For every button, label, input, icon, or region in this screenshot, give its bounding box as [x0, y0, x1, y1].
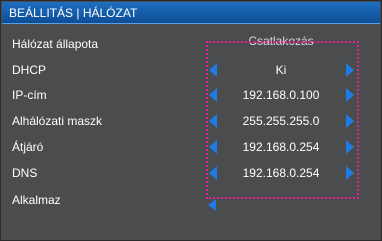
triangle-left-icon[interactable]: [208, 199, 216, 211]
subnet-mask-label: Alhálózati maszk: [12, 114, 103, 128]
dns-label: DNS: [12, 166, 38, 180]
selection-highlight: [206, 41, 359, 199]
dhcp-label: DHCP: [12, 63, 47, 77]
network-settings-menu: BEÁLLITÁS | HÁLÓZAT Hálózat állapota Csa…: [0, 0, 382, 241]
menu-header: BEÁLLITÁS | HÁLÓZAT: [2, 2, 380, 24]
ip-address-label: IP-cím: [12, 88, 47, 102]
apply-label[interactable]: Alkalmaz: [12, 192, 61, 208]
gateway-label: Átjáró: [12, 140, 44, 154]
network-status-label: Hálózat állapota: [12, 37, 99, 51]
